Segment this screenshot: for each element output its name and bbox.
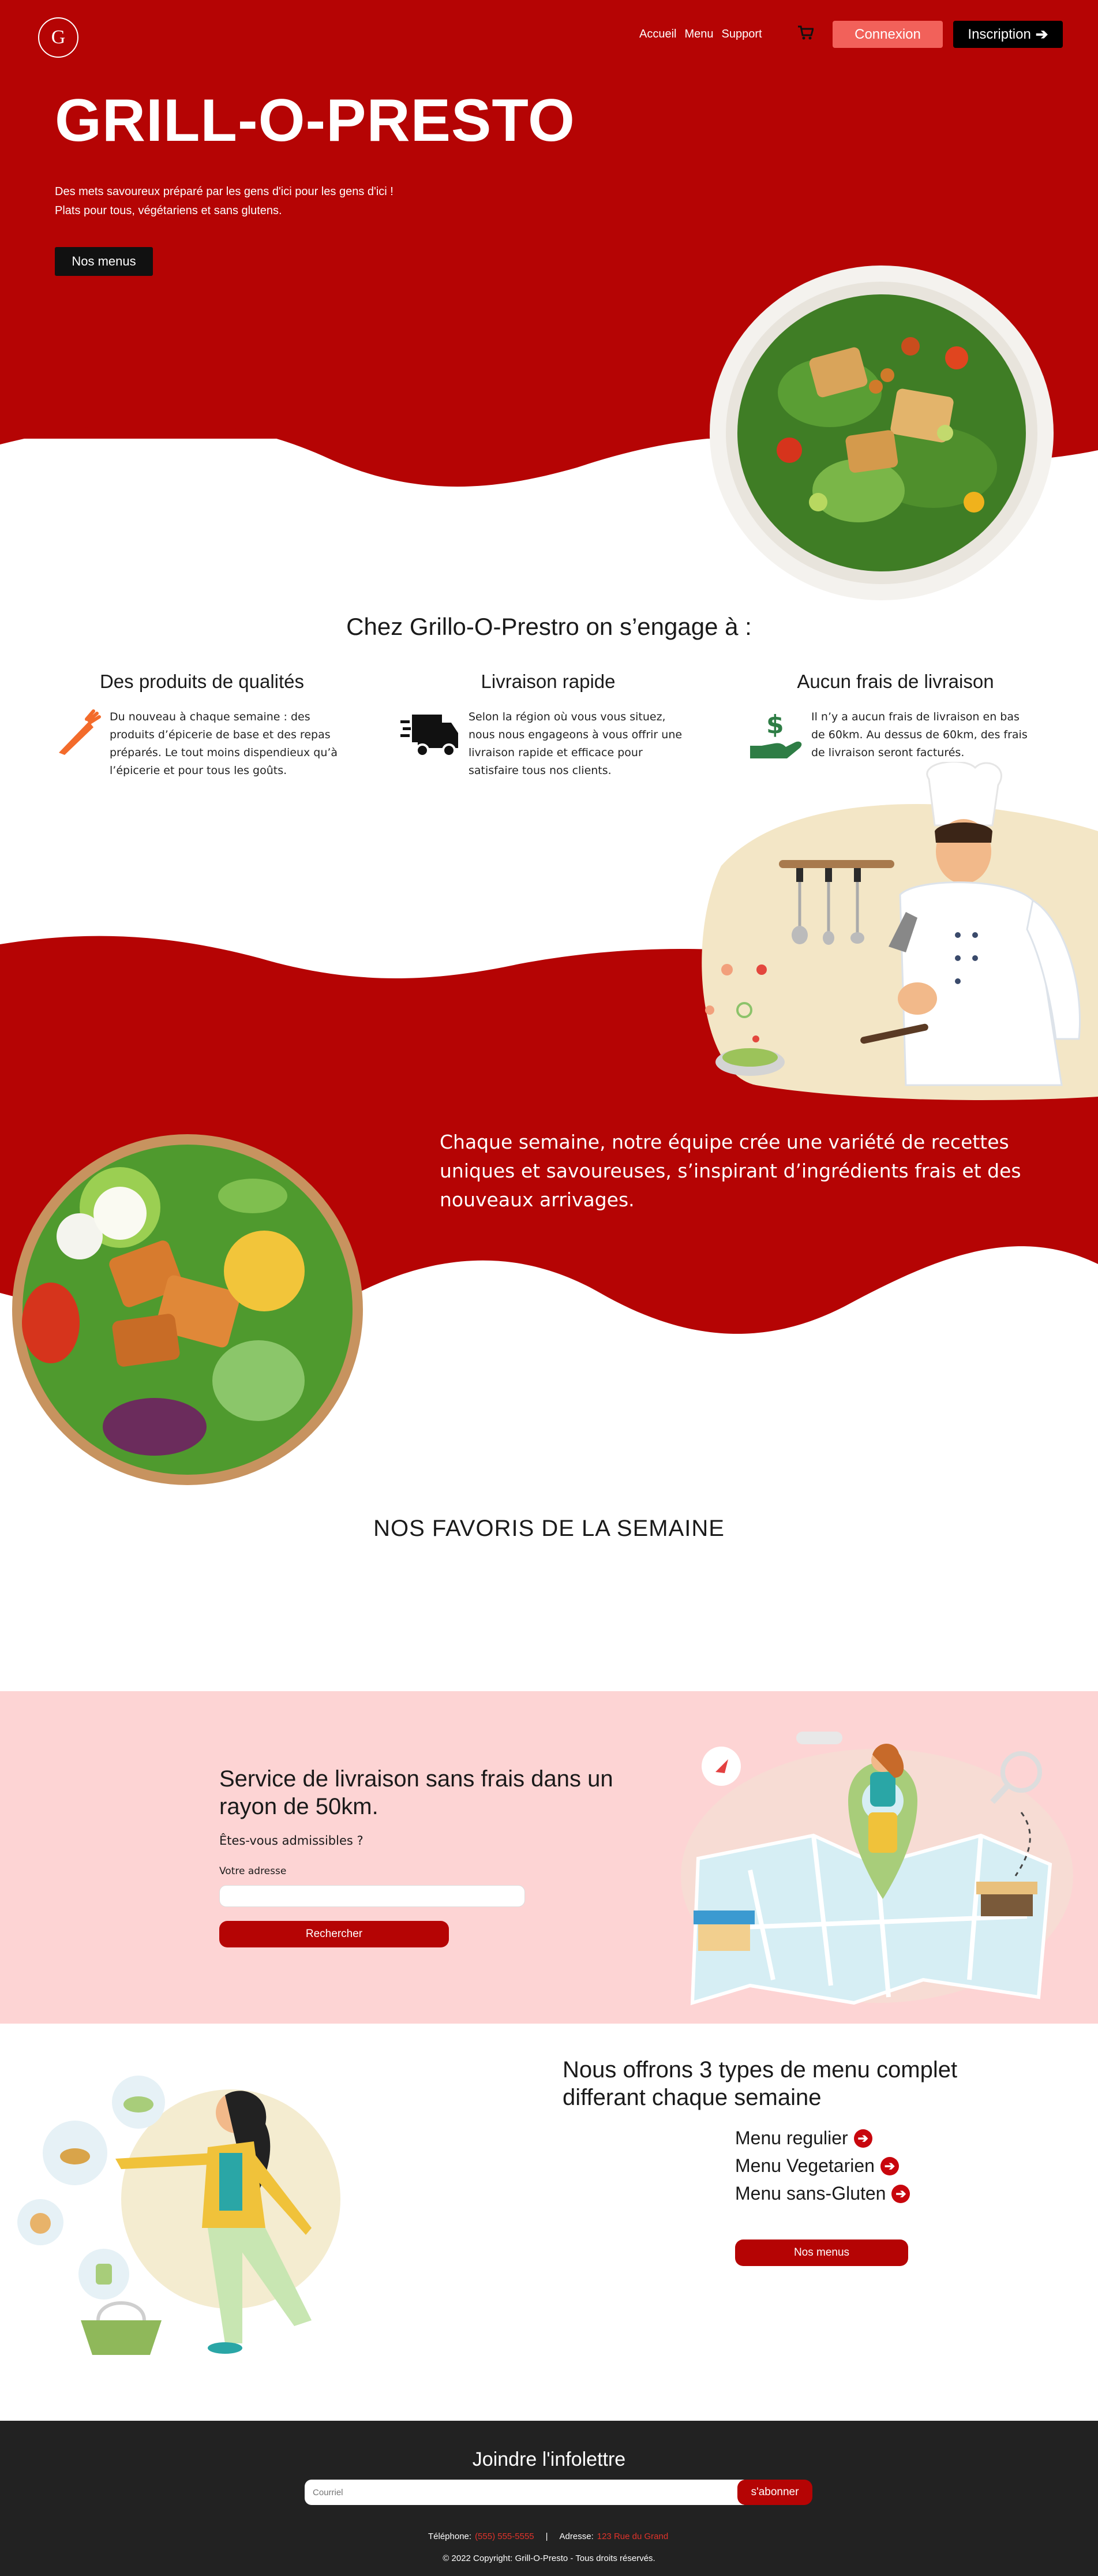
menu-vegetarian-label: Menu Vegetarien [735, 2155, 875, 2176]
arrow-right-icon: ➔ [1035, 25, 1048, 43]
favorites-title: NOS FAVORIS DE LA SEMAINE [373, 1516, 725, 1541]
main-nav: Accueil Menu Support [639, 28, 762, 41]
search-button[interactable]: Rechercher [219, 1921, 449, 1947]
carrot-icon [59, 709, 101, 755]
feature-title-delivery: Livraison rapide [481, 671, 616, 692]
newsletter-title: Joindre l'infolettre [472, 2448, 626, 2470]
hero-menus-button[interactable]: Nos menus [55, 247, 153, 276]
address-label-footer: Adresse: [559, 2532, 594, 2541]
nav-link-support[interactable]: Support [722, 28, 762, 41]
address-input[interactable] [219, 1885, 525, 1907]
salad-bowl-image [710, 266, 1054, 600]
signup-label: Inscription [968, 26, 1031, 42]
phone-label: Téléphone: [428, 2532, 472, 2541]
login-label: Connexion [855, 26, 921, 42]
menus-button-label: Nos menus [793, 2246, 850, 2259]
signup-button[interactable]: Inscription ➔ [953, 21, 1063, 48]
menus-title: Nous offrons 3 types de menu complet dif… [563, 2057, 958, 2110]
contact-info: Téléphone: (555) 555-5555 | Adresse: 123… [428, 2532, 668, 2541]
arrow-right-circle-icon: ➔ [891, 2184, 910, 2203]
hero-title: GRILL-O-PRESTO [55, 87, 575, 154]
delivery-truck-icon [400, 715, 458, 757]
delivery-question: Êtes-vous admissibles ? [219, 1834, 363, 1848]
address-value[interactable]: 123 Rue du Grand [597, 2532, 668, 2541]
hero-subtitle-line2: Plats pour tous, végétariens et sans glu… [55, 204, 282, 217]
phone-value[interactable]: (555) 555-5555 [475, 2532, 534, 2541]
cart-icon[interactable] [797, 25, 814, 40]
hero-menus-label: Nos menus [72, 254, 136, 268]
feature-text-delivery: Selon la région où vous vous situez, nou… [469, 711, 683, 777]
feature-title-quality: Des produits de qualités [99, 671, 305, 692]
login-button[interactable]: Connexion [833, 21, 943, 48]
chef-illustration [702, 762, 1098, 1100]
nav-link-accueil[interactable]: Accueil [639, 28, 676, 41]
money-hand-icon: $ [750, 710, 802, 758]
copyright: © 2022 Copyright: Grill-O-Presto - Tous … [443, 2553, 655, 2563]
menu-link-vegetarian[interactable]: Menu Vegetarien ➔ [735, 2155, 899, 2177]
address-label: Votre adresse [219, 1865, 287, 1877]
menus-button[interactable]: Nos menus [735, 2239, 908, 2266]
logo[interactable]: G [38, 17, 78, 58]
hero-subtitle-line1: Des mets savoureux préparé par les gens … [55, 185, 394, 198]
arrow-right-circle-icon: ➔ [880, 2156, 899, 2175]
subscribe-label: s'abonner [751, 2486, 799, 2498]
hero-subtitle: Des mets savoureux préparé par les gens … [55, 182, 574, 220]
feature-title-free: Aucun frais de livraison [797, 671, 994, 692]
menu-link-regular[interactable]: Menu regulier ➔ [735, 2128, 872, 2149]
subscribe-button[interactable]: s'abonner [737, 2480, 812, 2505]
contact-separator: | [545, 2532, 548, 2541]
weekly-quote: Chaque semaine, notre équipe crée une va… [440, 1131, 1021, 1211]
woman-menu-illustration [17, 2076, 340, 2355]
map-delivery-illustration [681, 1732, 1073, 2006]
newsletter-email-input[interactable] [305, 2480, 744, 2505]
nav-link-menu[interactable]: Menu [684, 28, 713, 41]
feature-text-quality: Du nouveau à chaque semaine : des produi… [110, 711, 338, 777]
logo-letter: G [51, 27, 66, 48]
chicken-bowl-image [12, 1134, 363, 1485]
menu-gluten-free-label: Menu sans-Gluten [735, 2183, 886, 2204]
menu-regular-label: Menu regulier [735, 2128, 848, 2148]
engagement-title: Chez Grillo-O-Prestro on s’engage à : [346, 613, 752, 640]
arrow-right-circle-icon: ➔ [853, 2129, 872, 2148]
feature-text-free: Il n’y a aucun frais de livraison en bas… [811, 711, 1028, 759]
svg-text:$: $ [766, 710, 784, 739]
menu-link-gluten-free[interactable]: Menu sans-Gluten ➔ [735, 2183, 910, 2204]
delivery-title: Service de livraison sans frais dans un … [219, 1766, 613, 1819]
search-label: Rechercher [305, 1928, 363, 1940]
